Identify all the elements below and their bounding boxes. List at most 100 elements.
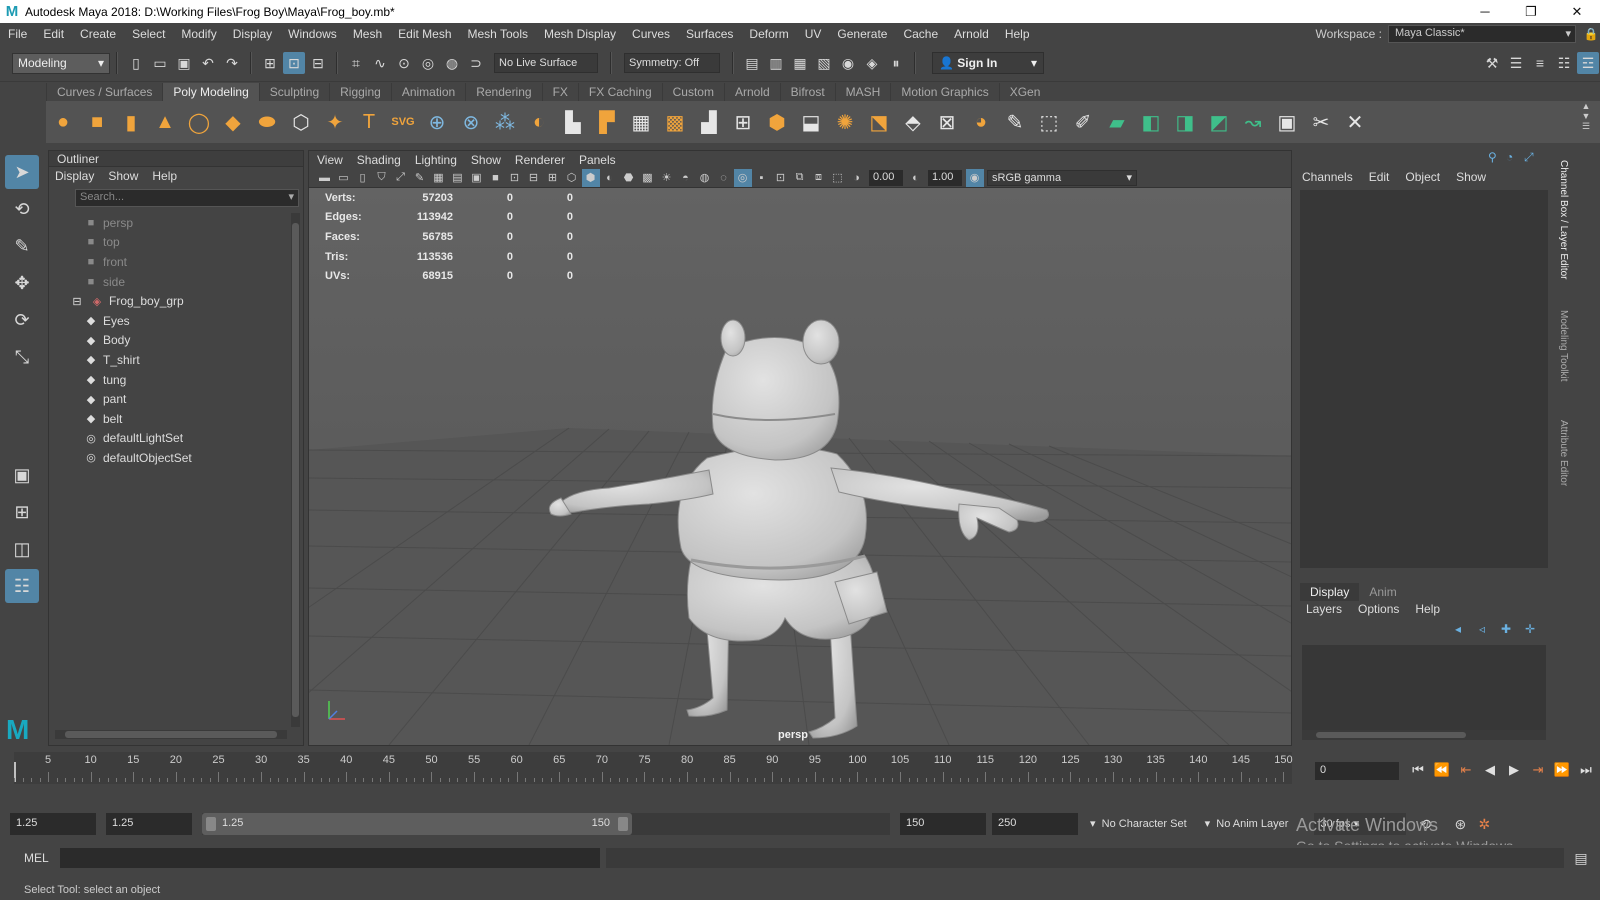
uv-cylindrical-icon[interactable]: ◧: [1137, 108, 1165, 136]
menu-select[interactable]: Select: [124, 23, 173, 45]
xray-joints-icon[interactable]: ⧈: [810, 169, 828, 187]
snap-view-icon[interactable]: ◎: [417, 52, 439, 74]
gate-mask-icon[interactable]: ■: [487, 169, 505, 187]
layer-menu-help[interactable]: Help: [1415, 602, 1440, 616]
close-button[interactable]: ✕: [1554, 0, 1600, 23]
target-weld-icon[interactable]: ⬘: [899, 108, 927, 136]
minimize-button[interactable]: ─: [1462, 0, 1508, 23]
color-management-icon[interactable]: ◉: [965, 168, 984, 187]
outliner-layout-icon[interactable]: ☷: [5, 569, 39, 603]
new-layer-icon[interactable]: ✚: [1494, 622, 1518, 636]
shelf-tab-sculpting[interactable]: Sculpting: [258, 83, 329, 101]
grease-pencil-icon[interactable]: ✎: [411, 169, 429, 187]
smooth-shade-icon[interactable]: ⬢: [581, 168, 600, 187]
select-component-icon[interactable]: ⊟: [307, 52, 329, 74]
outliner-search-input[interactable]: Search...: [75, 189, 299, 207]
wireframe-icon[interactable]: ⬡: [563, 169, 581, 187]
snap-surface-icon[interactable]: ◍: [441, 52, 463, 74]
undo-icon[interactable]: ↶: [197, 52, 219, 74]
channel-box-icon[interactable]: ☷: [1553, 52, 1575, 74]
poly-cylinder-icon[interactable]: ▮: [117, 108, 145, 136]
poly-type-icon[interactable]: T: [355, 108, 383, 136]
outliner-item-default-light-set[interactable]: ◎ defaultLightSet: [49, 429, 289, 449]
render-frame-icon[interactable]: ▥: [765, 52, 787, 74]
2d-pan-zoom-icon[interactable]: ⤢: [392, 169, 410, 187]
render-setup-icon[interactable]: ◈: [861, 52, 883, 74]
end-time-field[interactable]: 250: [992, 813, 1078, 835]
command-input[interactable]: [60, 848, 600, 868]
field-chart-icon[interactable]: ⊡: [506, 169, 524, 187]
uv-cut-icon[interactable]: ✂: [1307, 108, 1335, 136]
workspace-select[interactable]: Maya Classic*: [1388, 25, 1576, 43]
poly-disc-icon[interactable]: ⬬: [253, 108, 281, 136]
menu-set-select[interactable]: Modeling: [12, 52, 110, 74]
outliner-item-body[interactable]: ◆ Body: [49, 331, 289, 351]
mirror-icon[interactable]: ⁂: [491, 108, 519, 136]
bookmark-icon[interactable]: ▯: [354, 169, 372, 187]
select-camera-icon[interactable]: ▬: [316, 169, 334, 187]
next-key-icon[interactable]: ⇥: [1526, 760, 1550, 780]
gamma-icon[interactable]: ◐: [907, 169, 925, 187]
anim-layer-dropdown[interactable]: ▾ No Anim Layer: [1199, 813, 1295, 835]
channel-menu-channels[interactable]: Channels: [1302, 170, 1353, 184]
shelf-scroll[interactable]: ▲ ▼ ☰: [1575, 101, 1597, 143]
select-object-icon[interactable]: ⊡: [283, 52, 305, 74]
redo-icon[interactable]: ↷: [221, 52, 243, 74]
scroll-down-icon[interactable]: ▼: [1582, 111, 1591, 121]
current-frame-field[interactable]: 0: [1315, 762, 1399, 780]
safe-title-icon[interactable]: ⊞: [544, 169, 562, 187]
step-back-icon[interactable]: ⏪: [1430, 760, 1454, 780]
shelf-tab-motion-graphics[interactable]: Motion Graphics: [890, 83, 998, 101]
lights-icon[interactable]: ☀: [658, 169, 676, 187]
film-gate-icon[interactable]: ▤: [449, 169, 467, 187]
menu-mesh-display[interactable]: Mesh Display: [536, 23, 624, 45]
side-tab-attribute-editor[interactable]: Attribute Editor: [1553, 420, 1569, 486]
outliner-vertical-scrollbar[interactable]: [291, 213, 300, 727]
outliner-menu-show[interactable]: Show: [108, 169, 138, 183]
shelf-tab-fx[interactable]: FX: [541, 83, 578, 101]
snap-curve-icon[interactable]: ∿: [369, 52, 391, 74]
open-scene-icon[interactable]: ▭: [149, 52, 171, 74]
uv-sew-icon[interactable]: ✕: [1341, 108, 1369, 136]
resolution-gate-icon[interactable]: ▣: [468, 169, 486, 187]
viewport-menu-renderer[interactable]: Renderer: [515, 153, 565, 167]
side-tab-channel-box[interactable]: Channel Box / Layer Editor: [1553, 160, 1569, 280]
rotate-tool-icon[interactable]: ⟳: [5, 303, 39, 337]
combine-icon[interactable]: ⊕: [423, 108, 451, 136]
menu-edit[interactable]: Edit: [35, 23, 72, 45]
xray-icon[interactable]: ⧉: [791, 169, 809, 187]
shelf-menu-control[interactable]: [0, 82, 46, 101]
outliner-item-pant[interactable]: ◆ pant: [49, 389, 289, 409]
layer-tab-display[interactable]: Display: [1300, 583, 1360, 601]
shadows-icon[interactable]: ◓: [677, 169, 695, 187]
grid-toggle-icon[interactable]: ▦: [430, 169, 448, 187]
append-icon[interactable]: ▩: [661, 108, 689, 136]
four-view-icon[interactable]: ⊞: [5, 495, 39, 529]
character-set-dropdown[interactable]: ▾ No Character Set: [1084, 813, 1193, 835]
select-tool-icon[interactable]: ➤: [5, 155, 39, 189]
range-start-handle[interactable]: [206, 817, 216, 831]
time-ruler[interactable]: 5 10 15 20 25 30 35 40 45 50 55 60 65 70 75 80 85 90 95 100…: [14, 752, 1293, 784]
new-layer-selected-icon[interactable]: ✛: [1518, 622, 1542, 636]
range-slider[interactable]: 1.25 150: [202, 813, 890, 835]
anti-aliasing-icon[interactable]: ◎: [733, 168, 752, 187]
default-material-icon[interactable]: ◐: [601, 169, 619, 187]
motion-blur-icon[interactable]: ◌: [715, 169, 733, 187]
shelf-tab-custom[interactable]: Custom: [661, 83, 724, 101]
attribute-editor-icon[interactable]: ☰: [1505, 52, 1527, 74]
collapse-toggle-icon[interactable]: ⊟: [69, 295, 85, 308]
crease-icon[interactable]: ⬚: [1035, 108, 1063, 136]
outliner-item-frog-boy-grp[interactable]: ⊟ ◈ Frog_boy_grp: [49, 291, 289, 311]
play-forward-icon[interactable]: ▶: [1502, 760, 1526, 780]
go-to-end-icon[interactable]: ⏭: [1574, 760, 1598, 780]
outliner-item-front[interactable]: ■ front: [49, 252, 289, 272]
shelf-tab-rigging[interactable]: Rigging: [329, 83, 391, 101]
offset-edge-loop-icon[interactable]: ⬓: [797, 108, 825, 136]
gamma-field[interactable]: 1.00: [928, 169, 962, 186]
restore-button[interactable]: ❐: [1508, 0, 1554, 23]
mel-label[interactable]: MEL: [0, 851, 60, 865]
exposure-icon[interactable]: ◑: [848, 169, 866, 187]
lasso-tool-icon[interactable]: ⟲: [5, 192, 39, 226]
modeling-toolkit-icon[interactable]: ⚒: [1481, 52, 1503, 74]
uv-auto-icon[interactable]: ◩: [1205, 108, 1233, 136]
